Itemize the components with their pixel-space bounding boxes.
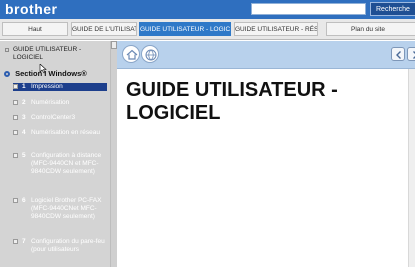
item-number: 2 (22, 99, 26, 106)
expand-icon[interactable] (13, 239, 18, 244)
sidebar: GUIDE UTILISATEUR - LOGICIEL Section I W… (0, 41, 117, 267)
sidebar-item-controlcenter3[interactable]: 3 ControlCenter3 (13, 114, 107, 122)
search-input[interactable] (251, 3, 366, 15)
item-label: Numérisation (31, 99, 70, 106)
item-number: 1 (22, 83, 26, 91)
nav-bar: Haut GUIDE DE L'UTILISATEUR GUIDE UTILIS… (0, 19, 415, 40)
item-number: 5 (22, 152, 26, 159)
square-bullet-icon (5, 48, 9, 52)
previous-page-icon[interactable] (391, 47, 405, 61)
sidebar-guide-link[interactable]: GUIDE UTILISATEUR - LOGICIEL (5, 46, 105, 62)
next-page-icon[interactable] (407, 47, 415, 61)
brand-logo[interactable]: brother (5, 1, 58, 17)
sidebar-item-configuration-distance[interactable]: 5 Configuration à distance (MFC-9440CN e… (13, 152, 107, 176)
expand-icon[interactable] (13, 198, 18, 203)
expand-icon[interactable] (13, 100, 18, 105)
radio-bullet-icon (4, 71, 10, 78)
item-number: 4 (22, 129, 26, 136)
mouse-pointer-icon (39, 64, 47, 74)
sidebar-guide-label: GUIDE UTILISATEUR - LOGICIEL (13, 46, 82, 61)
sidebar-item-numerisation-reseau[interactable]: 4 Numérisation en réseau (13, 129, 107, 137)
tab-user-guide[interactable]: GUIDE DE L'UTILISATEUR (71, 22, 137, 36)
item-number: 3 (22, 114, 26, 121)
item-number: 6 (22, 197, 26, 204)
section-header[interactable]: Section I Windows® (4, 69, 108, 78)
content-toolbar (117, 41, 415, 69)
search-button[interactable]: Recherche (370, 2, 415, 16)
tab-site-map[interactable]: Plan du site (326, 22, 415, 36)
expand-icon[interactable] (13, 115, 18, 120)
item-label: Impression (13, 83, 107, 91)
sidebar-item-impression[interactable]: 1 Impression (13, 83, 107, 91)
sidebar-item-pc-fax[interactable]: 6 Logiciel Brother PC-FAX (MFC-9440CNet … (13, 197, 107, 221)
top-bar: brother Recherche (0, 0, 415, 19)
item-number: 7 (22, 238, 26, 245)
globe-icon[interactable] (141, 45, 159, 63)
tab-home[interactable]: Haut (2, 22, 68, 36)
sidebar-item-pare-feu[interactable]: 7 Configuration du pare-feu (pour utilis… (13, 238, 107, 254)
section-title: Section I Windows® (15, 69, 87, 78)
item-label: Logiciel Brother PC-FAX (MFC-9440CNet MF… (31, 197, 102, 220)
page-title: GUIDE UTILISATEUR - LOGICIEL (126, 79, 338, 124)
item-label: Configuration du pare-feu (pour utilisat… (31, 238, 105, 253)
sidebar-scrollbar[interactable] (110, 41, 117, 267)
expand-icon[interactable] (13, 84, 18, 89)
expand-icon[interactable] (13, 130, 18, 135)
expand-icon[interactable] (13, 153, 18, 158)
item-label: Configuration à distance (MFC-9440CN et … (31, 152, 102, 175)
tab-software-guide[interactable]: GUIDE UTILISATEUR - LOGICIEL (139, 22, 231, 36)
home-icon[interactable] (122, 45, 140, 63)
item-label: Numérisation en réseau (31, 129, 101, 136)
content-scrollbar[interactable] (408, 69, 415, 267)
sidebar-item-numerisation[interactable]: 2 Numérisation (13, 99, 107, 107)
item-label: ControlCenter3 (31, 114, 76, 121)
tab-network-guide[interactable]: GUIDE UTILISATEUR - RÉSEAU (234, 22, 318, 36)
